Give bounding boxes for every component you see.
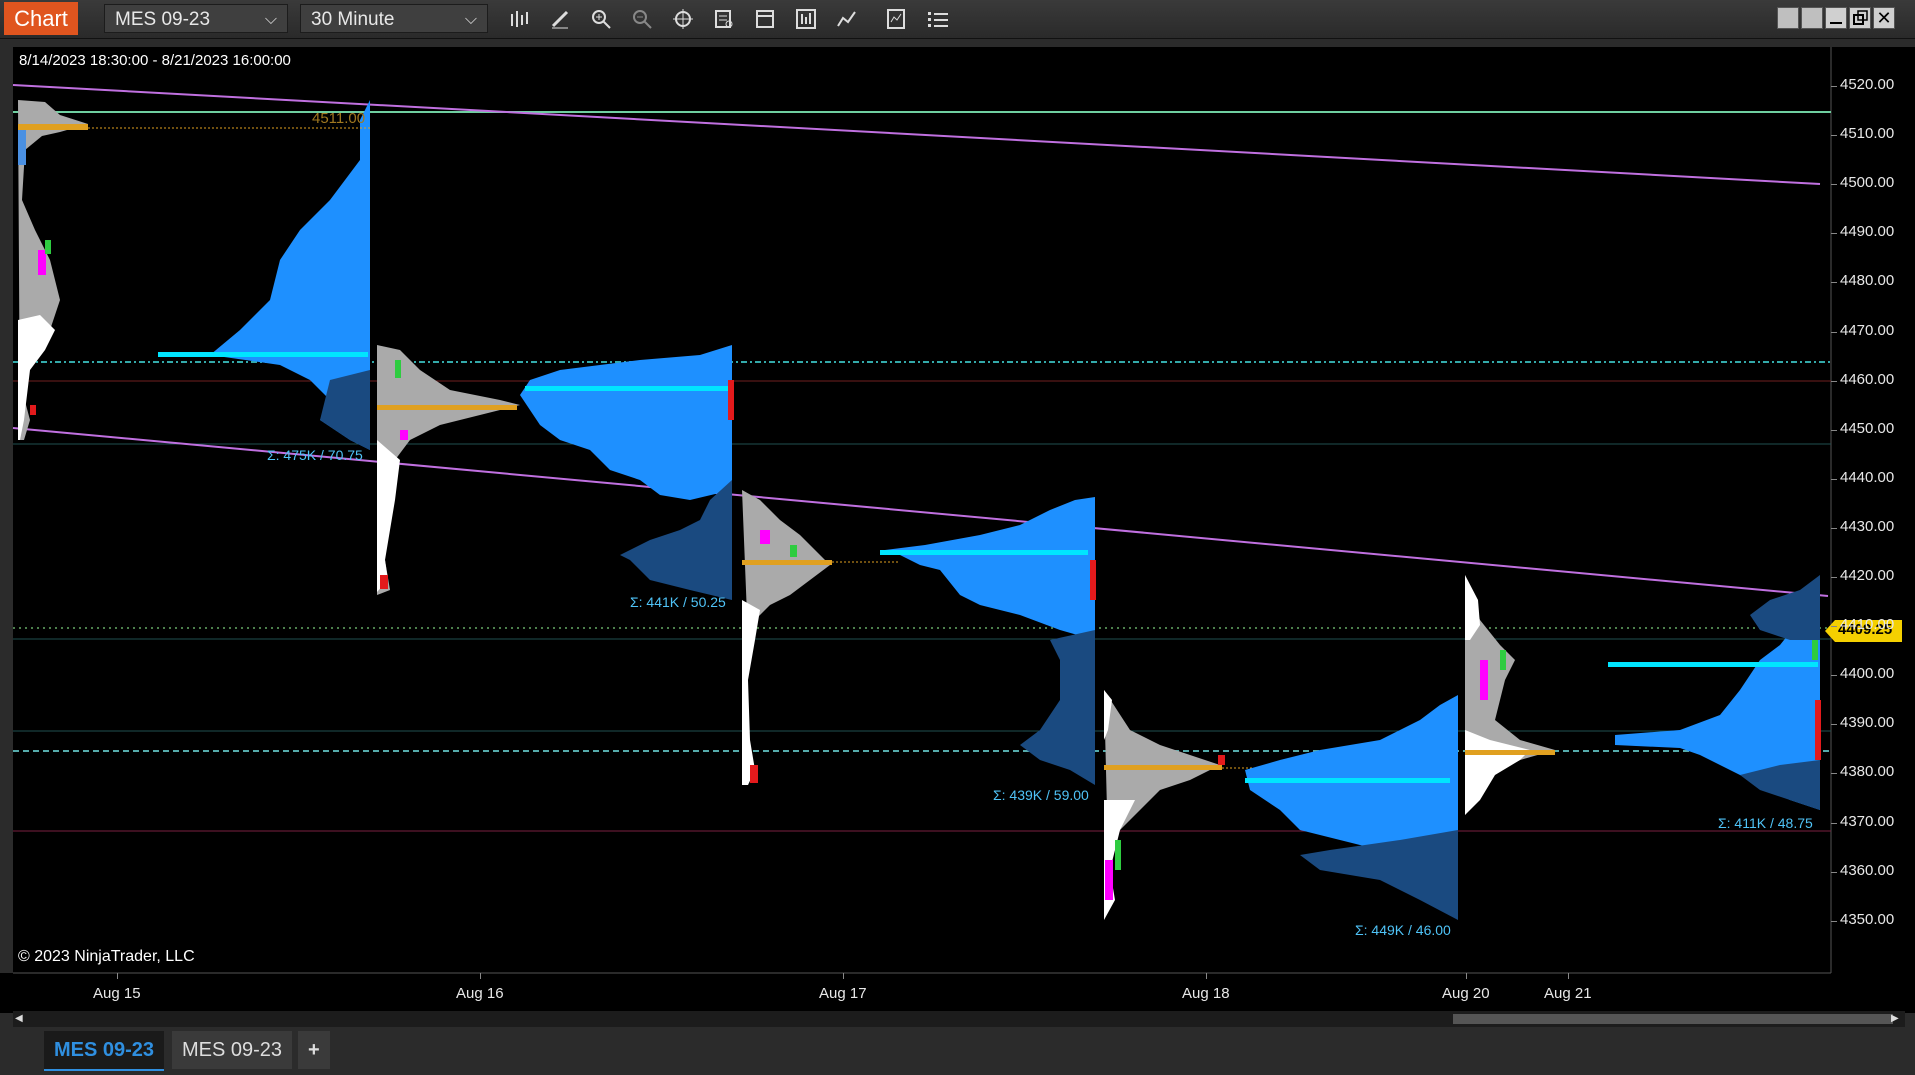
price-tick-label: 4380.00: [1840, 763, 1895, 781]
scroll-thumb[interactable]: [1453, 1014, 1893, 1024]
price-tick-label: 4430.00: [1840, 517, 1895, 535]
price-tick-mark: [1831, 675, 1837, 677]
tab-mes-2[interactable]: MES 09-23: [172, 1031, 293, 1069]
date-tick-label: Aug 15: [93, 985, 141, 1002]
tab-mes-active[interactable]: MES 09-23: [44, 1031, 165, 1071]
price-tick-label: 4370.00: [1840, 812, 1895, 830]
date-tick-mark: [1466, 973, 1467, 979]
price-tick-label: 4420.00: [1840, 567, 1895, 584]
date-range-label: 8/14/2023 18:30:00 - 8/21/2023 16:00:00: [19, 52, 291, 69]
date-tick-label: Aug 16: [456, 985, 504, 1002]
price-tick-label: 4510.00: [1840, 125, 1895, 143]
scroll-right-icon[interactable]: ▶: [1891, 1013, 1903, 1025]
price-tick-mark: [1831, 429, 1837, 431]
profile-stat-label: Σ: 441K / 50.25: [630, 594, 726, 610]
price-tick-label: 4480.00: [1840, 272, 1895, 290]
trendline-upper: [12, 84, 1821, 185]
date-tick-mark: [480, 973, 481, 979]
profile-stat-label: Σ: 475K / 70.75: [267, 447, 363, 463]
price-tick-label: 4450.00: [1840, 419, 1895, 437]
price-tick-label: 4440.00: [1840, 468, 1895, 486]
date-tick-mark: [1568, 973, 1569, 979]
volume-profile-1: [18, 100, 88, 440]
price-tick-label: 4470.00: [1840, 321, 1895, 339]
price-tick-label: 4410.00: [1840, 616, 1895, 634]
date-tick-label: Aug 20: [1442, 985, 1490, 1002]
chart-canvas: [12, 47, 1902, 974]
date-tick-mark: [1206, 973, 1207, 979]
volume-profile-4: [1104, 690, 1458, 920]
poc-price-label: 4511.00: [312, 110, 366, 127]
price-tick-mark: [1831, 233, 1837, 235]
price-tick-label: 4350.00: [1840, 910, 1895, 928]
date-tick-label: Aug 18: [1182, 985, 1230, 1002]
add-tab-button[interactable]: +: [298, 1031, 330, 1069]
price-tick-mark: [1831, 724, 1837, 726]
price-tick-mark: [1831, 331, 1837, 333]
price-tick-mark: [1831, 380, 1837, 382]
price-tick-label: 4520.00: [1840, 76, 1895, 93]
price-tick-label: 4490.00: [1840, 223, 1895, 241]
date-tick-mark: [843, 973, 844, 979]
price-tick-mark: [1831, 282, 1837, 284]
price-tick-label: 4360.00: [1840, 861, 1895, 879]
price-tick-label: 4390.00: [1840, 714, 1895, 732]
price-tick-label: 4500.00: [1840, 174, 1895, 192]
copyright-label: © 2023 NinjaTrader, LLC: [18, 948, 195, 965]
price-tick-mark: [1831, 920, 1837, 922]
date-tick-mark: [117, 973, 118, 979]
price-tick-mark: [1831, 577, 1837, 578]
volume-profile-1b: [88, 100, 370, 450]
price-tick-mark: [1831, 773, 1837, 775]
price-tick-label: 4460.00: [1840, 370, 1895, 388]
price-tick-mark: [1831, 626, 1837, 628]
price-tick-mark: [1831, 527, 1837, 529]
volume-profile-5: [1465, 575, 1821, 815]
horizontal-scrollbar[interactable]: ◀ ▶: [13, 1011, 1905, 1027]
profile-stat-label: Σ: 411K / 48.75: [1718, 815, 1813, 831]
profile-stat-label: Σ: 449K / 46.00: [1355, 922, 1451, 938]
price-tick-mark: [1831, 184, 1837, 186]
price-tick-mark: [1831, 135, 1837, 137]
price-tick-mark: [1831, 86, 1837, 87]
price-tick-mark: [1831, 871, 1837, 873]
date-tick-label: Aug 21: [1544, 985, 1592, 1002]
price-tick-mark: [1831, 478, 1837, 480]
date-tick-label: Aug 17: [819, 985, 867, 1002]
price-tick-mark: [1831, 822, 1837, 824]
profile-stat-label: Σ: 439K / 59.00: [993, 787, 1089, 803]
volume-profile-3: [742, 490, 1096, 785]
scroll-left-icon[interactable]: ◀: [15, 1013, 27, 1025]
price-tick-label: 4400.00: [1840, 665, 1895, 683]
volume-profile-2: [377, 345, 734, 600]
